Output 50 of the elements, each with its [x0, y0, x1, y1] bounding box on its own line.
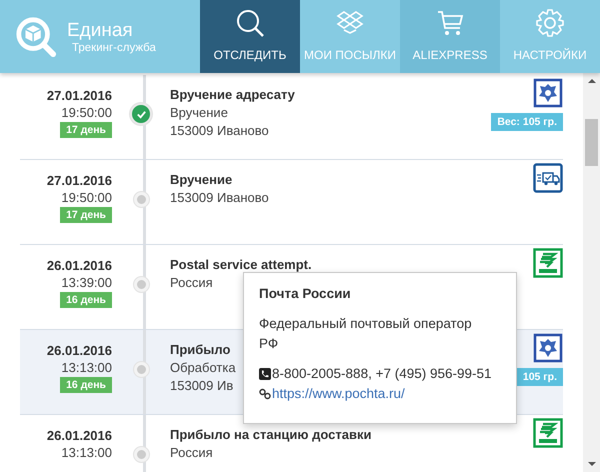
event-detail: 153009 Иваново — [170, 190, 269, 205]
event-detail: Обработка — [170, 360, 236, 375]
popover-title: Почта России — [259, 285, 352, 303]
event-title: Прибыло на станцию доставки — [170, 427, 372, 442]
day-badge: 16 день — [60, 292, 112, 308]
event-date: 26.01.2016 — [46, 258, 112, 273]
link-icon — [259, 388, 271, 400]
event-date: 27.01.2016 — [46, 173, 112, 188]
cart-icon — [435, 8, 465, 38]
weight-badge: 105 гр. — [516, 368, 563, 386]
post-emblem-icon[interactable] — [533, 248, 563, 278]
nav-tab[interactable]: ОТСЛЕДИТЬ — [200, 0, 300, 73]
event-time: 13:13:00 — [61, 445, 112, 460]
event-date: 26.01.2016 — [46, 343, 112, 358]
event-detail: 153009 Ив — [170, 378, 234, 393]
event-detail: Россия — [170, 445, 213, 460]
event-time: 19:50:00 — [61, 190, 112, 205]
event-time: 19:50:00 — [61, 105, 112, 120]
magnifier-box-icon — [15, 16, 57, 58]
day-badge: 17 день — [60, 207, 112, 223]
weight-badge: Вес: 105 гр. — [491, 113, 563, 131]
event-detail: Вручение — [170, 105, 228, 120]
app-subtitle: Трекинг-служба — [72, 42, 156, 54]
nav-tab[interactable]: НАСТРОЙКИ — [500, 0, 600, 73]
eagle-emblem-icon[interactable] — [533, 78, 563, 108]
event-time: 13:13:00 — [61, 360, 112, 375]
event-title: Прибыло — [170, 342, 230, 357]
eagle-emblem-icon[interactable] — [533, 333, 563, 363]
event-title: Вручение адресату — [170, 87, 295, 102]
gear-icon — [535, 8, 565, 38]
website-link[interactable]: https://www.pochta.ru/ — [272, 384, 405, 404]
post-emblem-icon[interactable] — [533, 418, 563, 448]
search-icon — [235, 8, 265, 38]
event-time: 13:39:00 — [61, 275, 112, 290]
event-title: Вручение — [170, 172, 232, 187]
popover-description: Федеральный почтовый оператор РФ — [259, 315, 473, 353]
truck-icon[interactable] — [533, 163, 563, 193]
event-date: 26.01.2016 — [46, 428, 112, 443]
nav-tab[interactable]: МОИ ПОСЫЛКИ — [300, 0, 400, 73]
nav-tab[interactable]: ALIEXPRESS — [400, 0, 500, 73]
day-badge: 16 день — [60, 377, 112, 393]
scrollbar[interactable] — [583, 73, 600, 472]
event-title: Postal service attempt. — [170, 257, 312, 272]
phone-number: 8-800-2005-888, +7 (495) 956-99-51 — [272, 365, 492, 383]
phone-icon — [259, 368, 271, 380]
app-name: Единая — [67, 20, 134, 42]
day-badge: 17 день — [60, 122, 112, 138]
event-date: 27.01.2016 — [46, 88, 112, 103]
event-detail: 153009 Иваново — [170, 123, 269, 138]
event-detail: Россия — [170, 275, 213, 290]
